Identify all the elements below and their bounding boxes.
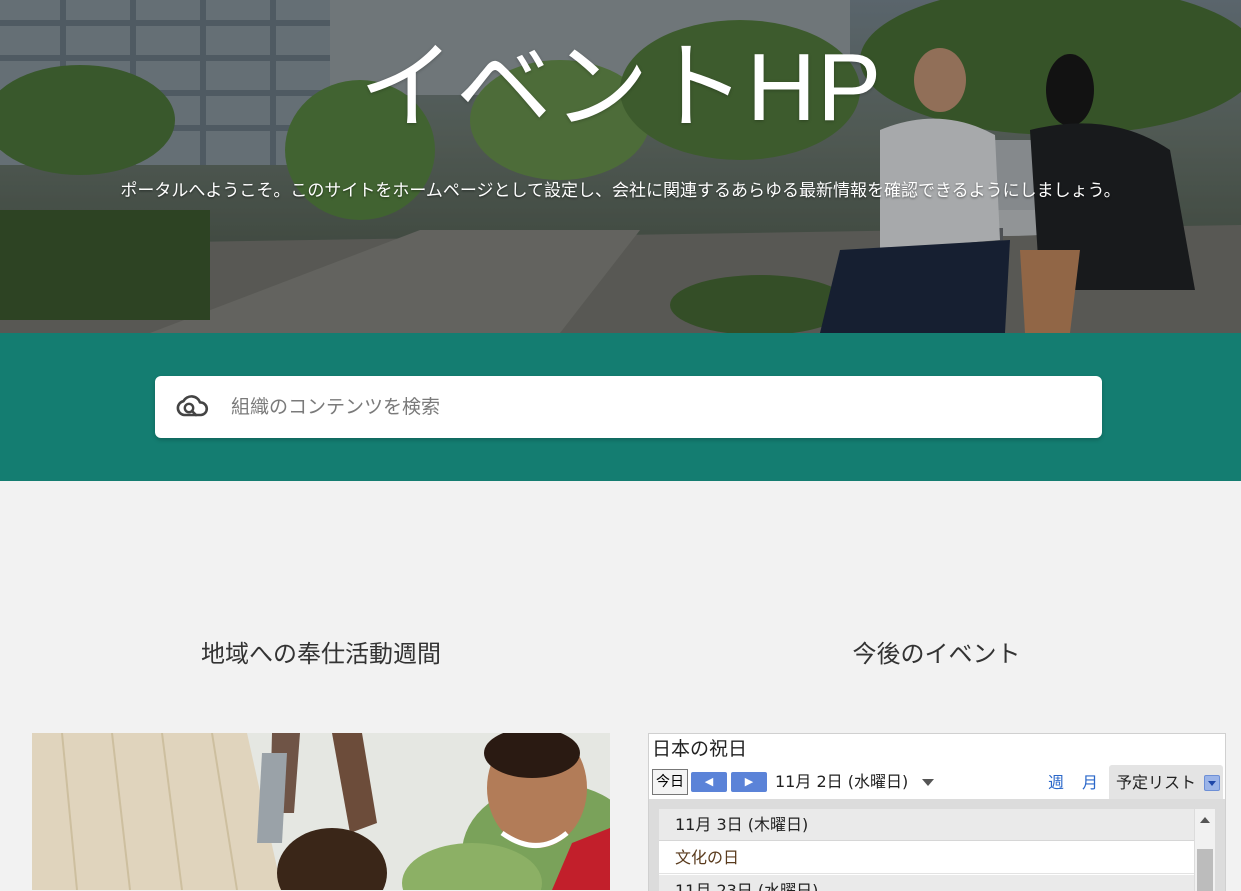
hero-title: イベントHP xyxy=(358,34,883,141)
agenda-list: 11月 3日 (木曜日) 文化の日 11月 23日 (水曜日) xyxy=(659,809,1194,891)
hero-banner: イベントHP ポータルへようこそ。このサイトをホームページとして設定し、会社に関… xyxy=(0,0,1241,333)
current-date-label: 11月 2日 (水曜日) xyxy=(775,772,909,791)
triangle-right-icon: ▶ xyxy=(744,775,754,788)
previous-button[interactable]: ◀ xyxy=(691,772,727,792)
events-calendar: 日本の祝日 今日 ◀ ▶ 11月 2日 (水曜日) 週 月 予定リスト 11月 … xyxy=(648,733,1226,891)
search-band xyxy=(0,333,1241,481)
agenda-scrollbar[interactable] xyxy=(1195,809,1215,891)
hero-subtitle: ポータルへようこそ。このサイトをホームページとして設定し、会社に関連するあらゆる… xyxy=(120,181,1121,201)
section-heading-upcoming-events: 今後のイベント xyxy=(852,640,1021,668)
chevron-down-icon xyxy=(922,779,935,786)
tab-agenda[interactable]: 予定リスト xyxy=(1109,765,1223,799)
scroll-thumb[interactable] xyxy=(1197,849,1213,891)
current-date-picker[interactable]: 11月 2日 (水曜日) xyxy=(775,769,935,795)
next-button[interactable]: ▶ xyxy=(731,772,767,792)
community-service-photo xyxy=(32,733,610,890)
volunteers-image xyxy=(32,733,610,890)
tab-agenda-label: 予定リスト xyxy=(1116,773,1197,792)
agenda-date-row: 11月 3日 (木曜日) xyxy=(659,809,1194,841)
agenda-list-container: 11月 3日 (木曜日) 文化の日 11月 23日 (水曜日) xyxy=(649,799,1225,891)
calendar-title: 日本の祝日 xyxy=(652,738,748,760)
tab-month[interactable]: 月 xyxy=(1082,771,1098,795)
triangle-left-icon: ◀ xyxy=(704,775,714,788)
section-heading-community-service: 地域への奉仕活動週間 xyxy=(201,640,441,668)
search-input[interactable] xyxy=(231,376,1081,438)
search-cloud-icon xyxy=(176,395,209,417)
today-button[interactable]: 今日 xyxy=(652,769,688,795)
agenda-date-row: 11月 23日 (水曜日) xyxy=(659,875,1194,891)
search-box[interactable] xyxy=(155,376,1102,438)
agenda-event-item[interactable]: 文化の日 xyxy=(659,842,1194,874)
tab-week[interactable]: 週 xyxy=(1048,771,1064,795)
scroll-up-icon[interactable] xyxy=(1200,817,1210,823)
agenda-dropdown-icon[interactable] xyxy=(1204,775,1220,791)
